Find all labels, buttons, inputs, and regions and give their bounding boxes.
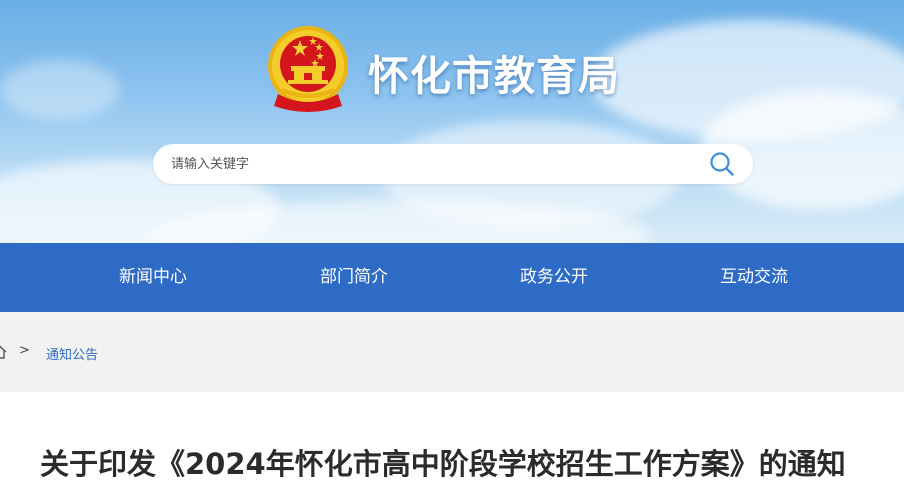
nav-item-news-center[interactable]: 新闻中心 [119, 243, 187, 312]
national-emblem-icon [268, 26, 348, 112]
nav-item-interaction[interactable]: 互动交流 [720, 243, 788, 312]
breadcrumb-link-notices[interactable]: 通知公告 [46, 344, 98, 363]
breadcrumb: > 通知公告 [0, 312, 904, 392]
sky-cloud [0, 60, 120, 120]
search-icon[interactable] [709, 151, 735, 177]
nav-item-department-intro[interactable]: 部门简介 [320, 243, 388, 312]
header-banner: 怀化市教育局 [0, 0, 904, 243]
home-icon[interactable] [0, 345, 8, 359]
main-nav: 新闻中心 部门简介 政务公开 互动交流 [0, 243, 904, 312]
nav-item-government-affairs[interactable]: 政务公开 [520, 243, 588, 312]
site-title: 怀化市教育局 [368, 52, 620, 100]
search-bar [153, 144, 753, 184]
article-title: 关于印发《2024年怀化市高中阶段学校招生工作方案》的通知 [40, 447, 846, 481]
breadcrumb-separator: > [19, 343, 30, 358]
search-input[interactable] [171, 144, 691, 184]
